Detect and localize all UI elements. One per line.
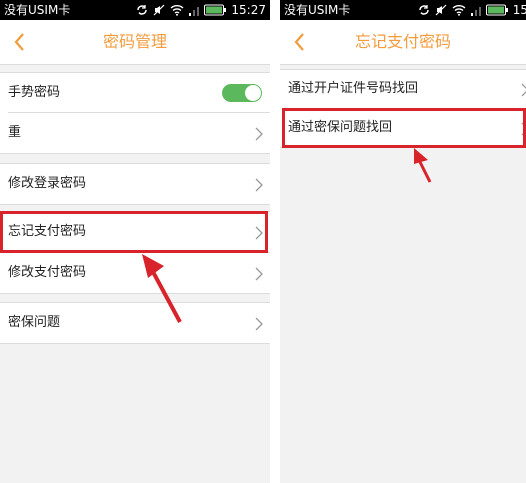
right-phone-screen: 没有USIM卡 15 忘记支付密码 通过开户证件号码找回 通过密保问题找回: [280, 0, 526, 483]
chevron-right-icon: [254, 126, 264, 141]
chevron-right-icon: [520, 82, 526, 97]
battery-icon: [204, 4, 227, 16]
status-bar: 没有USIM卡 15:27: [0, 0, 270, 20]
row-change-login-password[interactable]: 修改登录密码: [0, 164, 270, 204]
annotation-arrow: [142, 254, 182, 323]
signal-icon: [189, 4, 200, 16]
highlight-box: [282, 108, 526, 148]
page-title: 忘记支付密码: [354, 32, 451, 51]
gesture-password-toggle[interactable]: [222, 84, 262, 102]
back-arrow-icon[interactable]: [288, 30, 312, 54]
mute-icon: [153, 4, 165, 16]
clock: 15:27: [231, 3, 266, 17]
signal-icon: [470, 4, 481, 16]
sync-icon: [418, 4, 430, 16]
wifi-icon: [170, 4, 184, 16]
status-bar: 没有USIM卡 15: [280, 0, 526, 20]
highlight-box: [0, 211, 268, 253]
divider: [0, 343, 270, 344]
clock: 15: [512, 3, 526, 17]
page-title: 密码管理: [102, 32, 167, 51]
nav-bar: 忘记支付密码: [280, 20, 526, 65]
row-label: 密保问题: [8, 315, 61, 330]
row-recover-by-id[interactable]: 通过开户证件号码找回: [280, 70, 526, 108]
row-label: 重: [8, 125, 22, 140]
mute-icon: [435, 4, 447, 16]
back-arrow-icon[interactable]: [8, 30, 32, 54]
chevron-right-icon: [254, 266, 264, 281]
row-label: 修改登录密码: [8, 176, 87, 191]
toggle-knob: [245, 85, 261, 101]
left-phone-screen: 没有USIM卡 15:27 密码管理 手势密码 重 修改登录密码 忘记支付密码 …: [0, 0, 270, 483]
chevron-right-icon: [254, 177, 264, 192]
divider: [0, 204, 270, 205]
battery-icon: [485, 4, 508, 16]
chevron-right-icon: [254, 316, 264, 331]
row-label: 修改支付密码: [8, 265, 87, 280]
carrier-label: 没有USIM卡: [284, 3, 351, 17]
sync-icon: [136, 4, 148, 16]
annotation-arrow: [414, 148, 432, 183]
row-label: 通过开户证件号码找回: [288, 81, 419, 96]
row-label: 手势密码: [8, 85, 61, 100]
row-gesture-password: 手势密码: [0, 73, 270, 113]
divider: [0, 153, 270, 154]
wifi-icon: [452, 4, 466, 16]
nav-bar: 密码管理: [0, 20, 270, 65]
carrier-label: 没有USIM卡: [4, 3, 71, 17]
row-reset-gesture[interactable]: 重: [0, 113, 270, 153]
